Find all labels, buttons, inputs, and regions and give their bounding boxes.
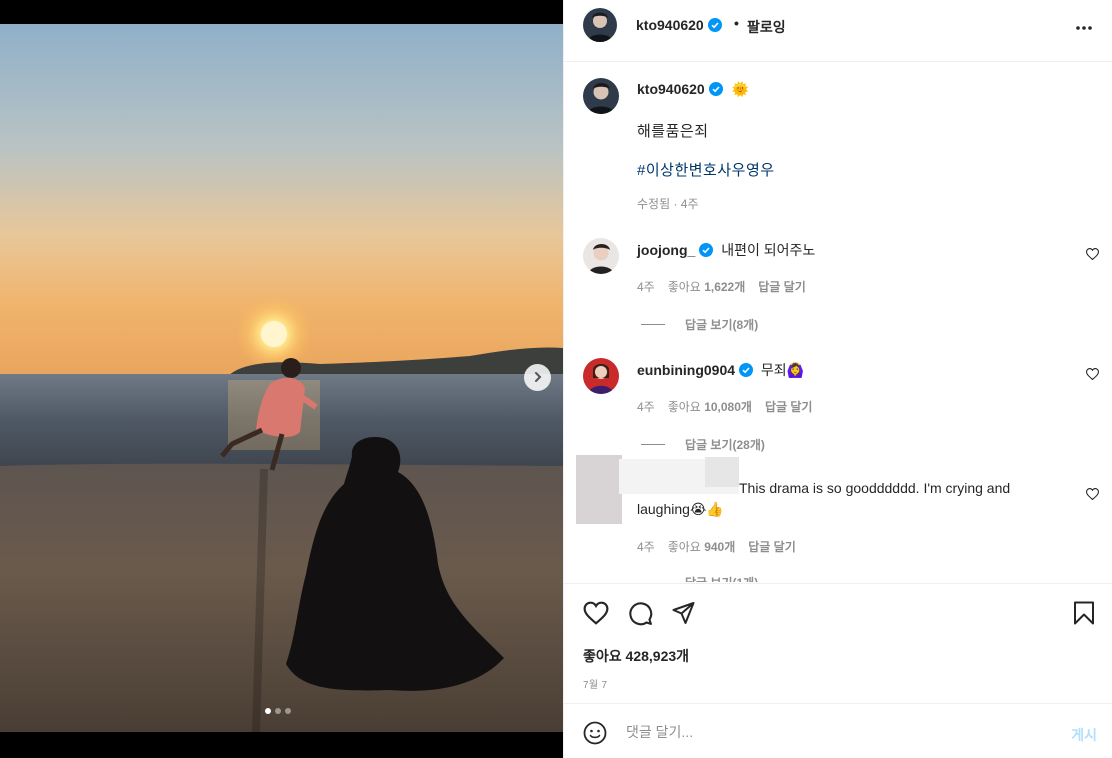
- comment-line: laughing😭👍: [637, 501, 724, 518]
- following-button[interactable]: 팔로잉: [747, 17, 786, 37]
- comment-likes-count[interactable]: 1,622개: [704, 280, 745, 294]
- verified-icon: [708, 82, 723, 99]
- comment-meta: 4주 좋아요 1,622개 답글 달기: [637, 278, 806, 295]
- verified-icon: [707, 18, 722, 35]
- comment-likes: 좋아요 1,622개: [668, 278, 746, 295]
- caption-hashtag[interactable]: #이상한변호사우영우: [637, 159, 775, 180]
- post-comment-button[interactable]: 게시: [1071, 725, 1097, 745]
- next-slide-button[interactable]: [524, 364, 551, 391]
- comments-scroll-area[interactable]: kto940620 🌞 해를품은죄 #이상한변호사우영우 수정됨 · 4주 jo…: [564, 63, 1112, 582]
- post-likes-count[interactable]: 428,923개: [626, 648, 690, 664]
- emoji-icon[interactable]: [583, 721, 607, 748]
- comment-reply-button[interactable]: 답글 달기: [765, 398, 813, 415]
- chevron-right-icon: [532, 370, 544, 386]
- more-icon[interactable]: [1075, 18, 1093, 34]
- comment-likes-count[interactable]: 940개: [704, 540, 735, 554]
- comment-likes: 좋아요 940개: [668, 538, 736, 555]
- post-likes[interactable]: 좋아요 428,923개: [583, 646, 689, 666]
- caption-text: 해를품은죄: [637, 123, 709, 140]
- post-header: kto940620 • 팔로잉: [564, 0, 1112, 62]
- comment-text-line1: This drama is so goodddddd. I'm crying a…: [739, 480, 1011, 496]
- author-username-text[interactable]: kto940620: [636, 17, 704, 33]
- slide-dot: [275, 708, 281, 714]
- comment-time: 4주: [637, 540, 655, 554]
- comment-reply-button[interactable]: 답글 달기: [748, 538, 796, 555]
- view-replies-label[interactable]: 답글 보기(28개): [685, 436, 765, 453]
- view-replies-label[interactable]: 답글 보기(8개): [685, 316, 758, 333]
- slide-indicator: [265, 708, 291, 714]
- heart-icon[interactable]: [583, 601, 609, 628]
- caption-author-avatar[interactable]: [583, 78, 619, 114]
- verified-icon: [699, 243, 714, 260]
- comment-meta: 4주 좋아요 10,080개 답글 달기: [637, 398, 812, 415]
- caption-meta: 수정됨 · 4주: [637, 197, 699, 211]
- comment-likes: 좋아요 10,080개: [668, 398, 752, 415]
- comment-username-redacted: [705, 457, 739, 487]
- separator-dot: •: [734, 15, 739, 31]
- comment-like-heart-icon[interactable]: [1085, 367, 1100, 383]
- post-media: [0, 0, 563, 758]
- comment-text-line2: laughing😭👍: [637, 501, 724, 517]
- comment-like-heart-icon[interactable]: [1085, 487, 1100, 503]
- view-replies-line: [641, 324, 665, 325]
- comment-text: 내편이 되어주노: [721, 242, 816, 258]
- comment-username[interactable]: joojong_: [637, 242, 695, 258]
- caption-author: kto940620 🌞: [637, 81, 749, 99]
- comment-likes-label: 좋아요: [667, 540, 705, 554]
- author-avatar[interactable]: [583, 8, 617, 42]
- comment-avatar-redacted: [576, 455, 622, 524]
- view-replies-button[interactable]: 답글 보기(28개): [641, 436, 765, 453]
- comment-likes-count[interactable]: 10,080개: [704, 400, 752, 414]
- comment-meta: 4주 좋아요 940개 답글 달기: [637, 538, 796, 555]
- comment-reply-button[interactable]: 답글 달기: [758, 278, 806, 295]
- comment-avatar[interactable]: [583, 238, 619, 274]
- comment-line: joojong_ 내편이 되어주노: [637, 240, 815, 260]
- comment-likes-label: 좋아요: [667, 400, 705, 414]
- share-icon[interactable]: [671, 601, 696, 628]
- sunset-beach-photo: [0, 24, 563, 732]
- verified-icon: [739, 363, 754, 380]
- post-actions: 좋아요 428,923개 7월 7: [564, 583, 1112, 703]
- comment-text: 무죄🙆‍♀️: [760, 362, 805, 378]
- view-replies-line: [641, 444, 665, 445]
- comment-like-heart-icon[interactable]: [1085, 247, 1100, 263]
- view-replies-label[interactable]: 답글 보기(1개): [685, 574, 758, 582]
- comment-likes-label: 좋아요: [667, 280, 705, 294]
- view-replies-button[interactable]: 답글 보기(1개): [641, 574, 758, 582]
- caption-emoji: 🌞: [731, 81, 750, 97]
- post-side-panel: kto940620 • 팔로잉 kto940620 🌞 해를품은죄 #이상한변호…: [563, 0, 1112, 758]
- caption-author-username[interactable]: kto940620: [637, 81, 705, 97]
- comment-avatar[interactable]: [583, 358, 619, 394]
- slide-dot-active: [265, 708, 271, 714]
- bookmark-icon[interactable]: [1073, 601, 1095, 628]
- comment-time: 4주: [637, 400, 655, 414]
- post-likes-label: 좋아요: [583, 648, 626, 664]
- post-date: 7월 7: [583, 680, 608, 691]
- comment-line: This drama is so goodddddd. I'm crying a…: [739, 480, 1010, 496]
- comment-username[interactable]: eunbining0904: [637, 362, 735, 378]
- comment-composer: 게시: [564, 703, 1112, 758]
- comment-line: eunbining0904 무죄🙆‍♀️: [637, 360, 804, 380]
- view-replies-button[interactable]: 답글 보기(8개): [641, 316, 758, 333]
- slide-dot: [285, 708, 291, 714]
- comment-time: 4주: [637, 280, 655, 294]
- comment-icon[interactable]: [628, 601, 653, 629]
- author-username-header[interactable]: kto940620: [636, 17, 722, 35]
- comment-input[interactable]: [626, 717, 1046, 747]
- post-photo: [0, 24, 563, 732]
